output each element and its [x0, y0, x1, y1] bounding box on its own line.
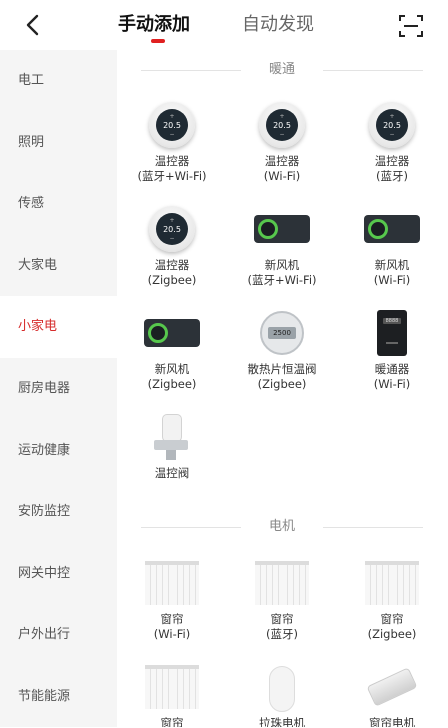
- device-bead-chain-motor[interactable]: 拉珠电机: [232, 662, 332, 727]
- device-curtain-ble[interactable]: 窗帘 (蓝牙): [232, 558, 332, 642]
- device-catalog: 暖通 +20.5− 温控器 (蓝牙+Wi-Fi) +20.5− 温控器 (Wi-…: [117, 50, 448, 727]
- device-curtain-zigbee[interactable]: 窗帘 (Zigbee): [342, 558, 442, 642]
- fresh-air-panel-icon: [364, 215, 420, 243]
- tab-manual-add[interactable]: 手动添加: [118, 12, 190, 38]
- active-tab-indicator: [151, 39, 165, 43]
- sidebar-item-sensors[interactable]: 传感: [0, 173, 117, 235]
- thermostat-icon: +20.5−: [259, 102, 305, 148]
- top-bar: 手动添加 自动发现: [0, 0, 448, 50]
- device-radiator-valve-zigbee[interactable]: 2500 散热片恒温阀 (Zigbee): [232, 308, 332, 392]
- curtain-icon: [145, 561, 199, 605]
- sidebar-item-energy[interactable]: 节能能源: [0, 666, 117, 728]
- device-curtain-wifi[interactable]: 窗帘 (Wi-Fi): [122, 558, 222, 642]
- chevron-left-icon[interactable]: [20, 12, 46, 38]
- device-thermostatic-valve[interactable]: 温控阀: [122, 412, 222, 481]
- device-thermostat-ble-wifi[interactable]: +20.5− 温控器 (蓝牙+Wi-Fi): [122, 100, 222, 184]
- fresh-air-panel-icon: [144, 319, 200, 347]
- device-curtain-motor[interactable]: 窗帘电机: [342, 662, 442, 727]
- hvac-controller-icon: 8888: [377, 310, 407, 356]
- sidebar-item-outdoor[interactable]: 户外出行: [0, 604, 117, 666]
- sidebar-item-lighting[interactable]: 照明: [0, 112, 117, 174]
- tab-auto-discover[interactable]: 自动发现: [242, 12, 314, 38]
- sidebar-item-sports-health[interactable]: 运动健康: [0, 420, 117, 482]
- sidebar-item-gateway[interactable]: 网关中控: [0, 543, 117, 605]
- curtain-motor-icon: [366, 667, 418, 707]
- curtain-icon: [255, 561, 309, 605]
- sidebar-item-small-appliances[interactable]: 小家电: [0, 296, 117, 358]
- fresh-air-panel-icon: [254, 215, 310, 243]
- device-fresh-air-ble-wifi[interactable]: 新风机 (蓝牙+Wi-Fi): [232, 204, 332, 288]
- device-thermostat-wifi[interactable]: +20.5− 温控器 (Wi-Fi): [232, 100, 332, 184]
- scan-icon[interactable]: [398, 13, 424, 39]
- curtain-icon: [365, 561, 419, 605]
- section-header-motors: 电机: [141, 517, 423, 537]
- thermostat-icon: +20.5−: [149, 206, 195, 252]
- device-hvac-wifi[interactable]: 8888 暖通器 (Wi-Fi): [342, 308, 442, 392]
- device-fresh-air-zigbee[interactable]: 新风机 (Zigbee): [122, 308, 222, 392]
- sidebar-item-security[interactable]: 安防监控: [0, 481, 117, 543]
- sidebar-item-electrician[interactable]: 电工: [0, 50, 117, 112]
- thermostatic-valve-icon: [152, 412, 192, 462]
- device-curtain[interactable]: 窗帘: [122, 662, 222, 727]
- category-sidebar: 电工 照明 传感 大家电 小家电 厨房电器 运动健康 安防监控 网关中控 户外出…: [0, 50, 117, 727]
- thermostat-icon: +20.5−: [149, 102, 195, 148]
- device-thermostat-zigbee[interactable]: +20.5− 温控器 (Zigbee): [122, 204, 222, 288]
- section-header-hvac: 暖通: [141, 60, 423, 80]
- device-fresh-air-wifi[interactable]: 新风机 (Wi-Fi): [342, 204, 442, 288]
- device-thermostat-ble[interactable]: +20.5− 温控器 (蓝牙): [342, 100, 442, 184]
- sidebar-item-large-appliances[interactable]: 大家电: [0, 235, 117, 297]
- sidebar-item-kitchen[interactable]: 厨房电器: [0, 358, 117, 420]
- bead-chain-motor-icon: [269, 666, 295, 712]
- curtain-icon: [145, 665, 199, 709]
- radiator-valve-icon: 2500: [260, 311, 304, 355]
- thermostat-icon: +20.5−: [369, 102, 415, 148]
